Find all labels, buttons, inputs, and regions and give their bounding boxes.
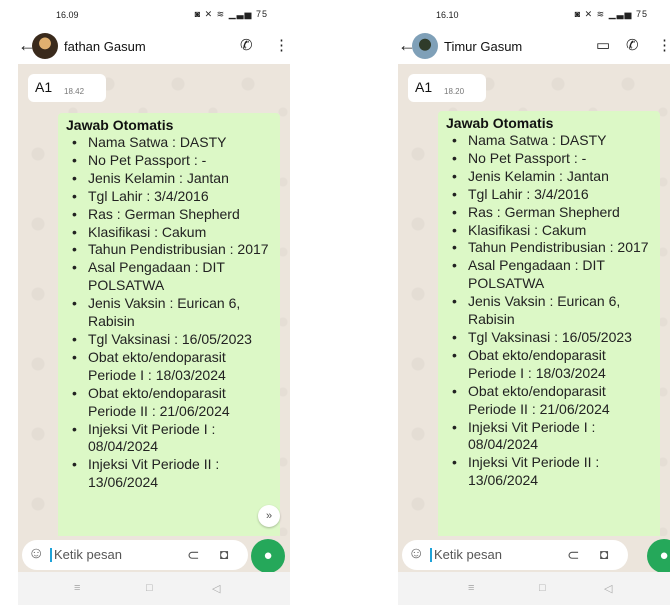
phone-screen-right: 16.10 ◙ ✕ ≋ ▁▃▅ 75 ← Timur Gasum ▭ ✆ ⋮ A… bbox=[398, 0, 670, 605]
reply-item: Tgl Vaksinasi : 16/05/2023 bbox=[66, 331, 276, 349]
message-timestamp: 18.42 bbox=[64, 87, 85, 96]
emoji-icon[interactable]: ☺ bbox=[28, 545, 44, 563]
reply-item: Jenis Vaksin : Eurican 6, Rabisin bbox=[66, 295, 276, 331]
reply-item: No Pet Passport : - bbox=[66, 152, 276, 170]
incoming-message[interactable]: A1 18.20 bbox=[408, 74, 486, 102]
menu-nav-icon[interactable]: ≡ bbox=[468, 582, 474, 594]
message-text: A1 bbox=[35, 79, 53, 95]
video-call-icon[interactable]: ▭ bbox=[596, 36, 610, 54]
mic-icon: ● bbox=[659, 547, 669, 564]
battery-indicator: 75 bbox=[255, 9, 268, 19]
reply-item: Tgl Lahir : 3/4/2016 bbox=[446, 186, 656, 204]
call-add-icon[interactable]: ✆ bbox=[240, 36, 253, 54]
mic-button[interactable]: ● bbox=[647, 539, 670, 573]
attach-icon[interactable]: ⊂ bbox=[567, 546, 580, 564]
back-nav-icon[interactable]: ◁ bbox=[604, 582, 612, 595]
reply-item: Jenis Kelamin : Jantan bbox=[66, 170, 276, 188]
emoji-icon[interactable]: ☺ bbox=[408, 545, 424, 563]
scroll-down-icon[interactable]: » bbox=[258, 505, 280, 527]
reply-item: Klasifikasi : Cakum bbox=[446, 222, 656, 240]
reply-item: Nama Satwa : DASTY bbox=[446, 132, 656, 150]
system-nav-bar: ≡ □ ◁ bbox=[398, 572, 670, 605]
more-vert-icon[interactable]: ⋮ bbox=[657, 36, 670, 54]
auto-reply-message[interactable]: Jawab Otomatis Nama Satwa : DASTY No Pet… bbox=[438, 111, 660, 536]
reply-item: Tgl Lahir : 3/4/2016 bbox=[66, 188, 276, 206]
battery-indicator: 75 bbox=[635, 9, 648, 19]
camera-icon[interactable]: ◘ bbox=[220, 546, 228, 562]
menu-nav-icon[interactable]: ≡ bbox=[74, 582, 80, 594]
reply-item: Jenis Kelamin : Jantan bbox=[446, 168, 656, 186]
home-nav-icon[interactable]: □ bbox=[539, 582, 546, 594]
message-text: A1 bbox=[415, 79, 433, 95]
reply-item: Injeksi Vit Periode II : 13/06/2024 bbox=[66, 456, 276, 492]
reply-item: Ras : German Shepherd bbox=[66, 206, 276, 224]
reply-item: Tahun Pendistribusian : 2017 bbox=[446, 239, 656, 257]
voice-call-icon[interactable]: ✆ bbox=[626, 36, 639, 54]
contact-name[interactable]: Timur Gasum bbox=[444, 39, 522, 54]
status-time: 16.10 bbox=[436, 10, 459, 20]
reply-item: Ras : German Shepherd bbox=[446, 204, 656, 222]
message-field[interactable]: Ketik pesan bbox=[50, 548, 122, 562]
reply-item: Nama Satwa : DASTY bbox=[66, 134, 276, 152]
camera-icon[interactable]: ◘ bbox=[600, 546, 608, 562]
status-bar: 16.10 ◙ ✕ ≋ ▁▃▅ 75 bbox=[398, 0, 670, 30]
reply-item: Tgl Vaksinasi : 16/05/2023 bbox=[446, 329, 656, 347]
reply-item: No Pet Passport : - bbox=[446, 150, 656, 168]
chat-header: ← fathan Gasum ✆ ⋮ bbox=[18, 30, 290, 64]
message-field[interactable]: Ketik pesan bbox=[430, 548, 502, 562]
status-bar: 16.09 ◙ ✕ ≋ ▁▃▅ 75 bbox=[18, 0, 290, 30]
message-input[interactable]: ☺ Ketik pesan ⊂ ◘ bbox=[22, 540, 248, 570]
system-status-icons: ◙ ✕ ≋ ▁▃▅ 75 bbox=[574, 9, 648, 19]
chat-area[interactable]: A1 18.42 Jawab Otomatis Nama Satwa : DAS… bbox=[18, 64, 290, 536]
reply-item: Jenis Vaksin : Eurican 6, Rabisin bbox=[446, 293, 656, 329]
auto-reply-message[interactable]: Jawab Otomatis Nama Satwa : DASTY No Pet… bbox=[58, 113, 280, 536]
home-nav-icon[interactable]: □ bbox=[146, 582, 153, 594]
reply-item: Obat ekto/endoparasit Periode II : 21/06… bbox=[66, 385, 276, 421]
message-input-bar: ☺ Ketik pesan ⊂ ◘ ● bbox=[398, 536, 670, 573]
system-nav-bar: ≡ □ ◁ bbox=[18, 572, 290, 605]
system-status-icons: ◙ ✕ ≋ ▁▃▅ 75 bbox=[194, 9, 268, 19]
message-timestamp: 18.20 bbox=[444, 87, 465, 96]
contact-name[interactable]: fathan Gasum bbox=[64, 39, 146, 54]
reply-list: Nama Satwa : DASTY No Pet Passport : - J… bbox=[66, 134, 276, 492]
chat-header: ← Timur Gasum ▭ ✆ ⋮ bbox=[398, 30, 670, 64]
incoming-message[interactable]: A1 18.42 bbox=[28, 74, 106, 102]
reply-item: Obat ekto/endoparasit Periode I : 18/03/… bbox=[446, 347, 656, 383]
reply-item: Injeksi Vit Periode I : 08/04/2024 bbox=[66, 421, 276, 457]
more-vert-icon[interactable]: ⋮ bbox=[274, 36, 289, 54]
status-time: 16.09 bbox=[56, 10, 79, 20]
mic-button[interactable]: ● bbox=[251, 539, 285, 573]
mic-icon: ● bbox=[263, 547, 273, 564]
reply-item: Asal Pengadaan : DIT POLSATWA bbox=[66, 259, 276, 295]
avatar[interactable] bbox=[32, 33, 58, 59]
reply-title: Jawab Otomatis bbox=[66, 117, 174, 133]
reply-item: Injeksi Vit Periode I : 08/04/2024 bbox=[446, 419, 656, 455]
reply-item: Asal Pengadaan : DIT POLSATWA bbox=[446, 257, 656, 293]
chat-area[interactable]: A1 18.20 Jawab Otomatis Nama Satwa : DAS… bbox=[398, 64, 670, 536]
phone-screen-left: 16.09 ◙ ✕ ≋ ▁▃▅ 75 ← fathan Gasum ✆ ⋮ A1… bbox=[18, 0, 290, 605]
back-nav-icon[interactable]: ◁ bbox=[212, 582, 220, 595]
message-input-bar: ☺ Ketik pesan ⊂ ◘ ● bbox=[18, 536, 290, 573]
reply-item: Tahun Pendistribusian : 2017 bbox=[66, 241, 276, 259]
reply-list: Nama Satwa : DASTY No Pet Passport : - J… bbox=[446, 132, 656, 490]
avatar[interactable] bbox=[412, 33, 438, 59]
message-input[interactable]: ☺ Ketik pesan ⊂ ◘ bbox=[402, 540, 628, 570]
reply-title: Jawab Otomatis bbox=[446, 115, 554, 131]
reply-item: Obat ekto/endoparasit Periode I : 18/03/… bbox=[66, 349, 276, 385]
reply-item: Obat ekto/endoparasit Periode II : 21/06… bbox=[446, 383, 656, 419]
reply-item: Klasifikasi : Cakum bbox=[66, 224, 276, 242]
reply-item: Injeksi Vit Periode II : 13/06/2024 bbox=[446, 454, 656, 490]
attach-icon[interactable]: ⊂ bbox=[187, 546, 200, 564]
